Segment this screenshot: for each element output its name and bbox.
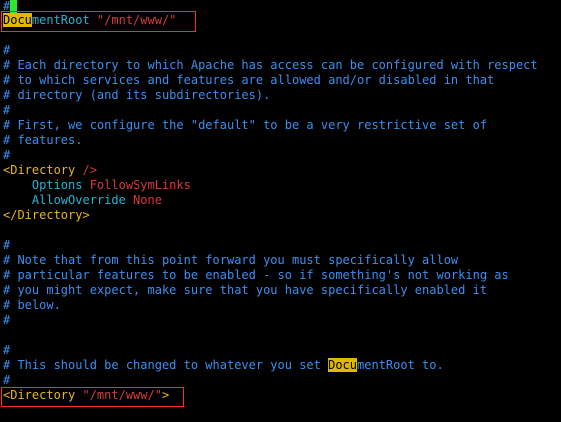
- options-line: Options FollowSymLinks: [3, 178, 191, 193]
- directive-value: FollowSymLinks: [82, 178, 191, 192]
- comment-line: # Each directory to which Apache has acc…: [3, 58, 538, 72]
- comment-line: # Note that from this point forward you …: [3, 253, 459, 267]
- terminal-editor[interactable]: # DocumentRoot "/mnt/www/" # # Each dire…: [0, 0, 561, 422]
- comment-line: # below.: [3, 298, 61, 312]
- directory-open-tag: <Directory />: [3, 163, 97, 178]
- search-highlight: Docu: [328, 358, 358, 372]
- comment-line: #: [3, 238, 11, 252]
- tag-open: <Directory: [3, 388, 76, 402]
- comment-line: #: [3, 103, 11, 117]
- cursor-line: #: [3, 0, 18, 14]
- directive-value: None: [125, 193, 162, 207]
- comment-line: # particular features to be enabled - so…: [3, 268, 509, 282]
- search-highlight: Docu: [3, 13, 32, 27]
- comment-line: # directory (and its subdirectories).: [3, 88, 271, 102]
- comment-line: #: [3, 313, 11, 327]
- comment-line: # to which services and features are all…: [3, 73, 495, 87]
- directive-name: Options: [31, 178, 83, 192]
- comment-line: #: [3, 43, 11, 57]
- comment-line: # First, we configure the "default" to b…: [3, 118, 488, 132]
- documentroot-line: DocumentRoot "/mnt/www/": [3, 13, 176, 28]
- tag-value: />: [75, 163, 97, 177]
- allowoverride-line: AllowOverride None: [3, 193, 162, 208]
- comment-line: #: [3, 343, 11, 357]
- tag-close: >: [161, 388, 170, 402]
- directive-name: mentRoot: [31, 13, 90, 27]
- comment-line-with-highlight: # This should be changed to whatever you…: [3, 358, 444, 372]
- directive-value: "/mnt/www/": [89, 13, 177, 27]
- cursor-line-hash: #: [3, 0, 11, 13]
- comment-line: #: [3, 373, 11, 387]
- comment-line: #: [3, 148, 11, 162]
- directive-name: AllowOverride: [31, 193, 126, 207]
- comment-line: # features.: [3, 133, 83, 147]
- directory-mnt-www-tag: <Directory "/mnt/www/">: [3, 388, 169, 403]
- tag-value: "/mnt/www/": [75, 388, 162, 402]
- tag-open: <Directory: [3, 163, 76, 177]
- comment-line: # you might expect, make sure that you h…: [3, 283, 488, 297]
- directory-close-tag: </Directory>: [3, 208, 90, 222]
- text-cursor: [10, 0, 18, 13]
